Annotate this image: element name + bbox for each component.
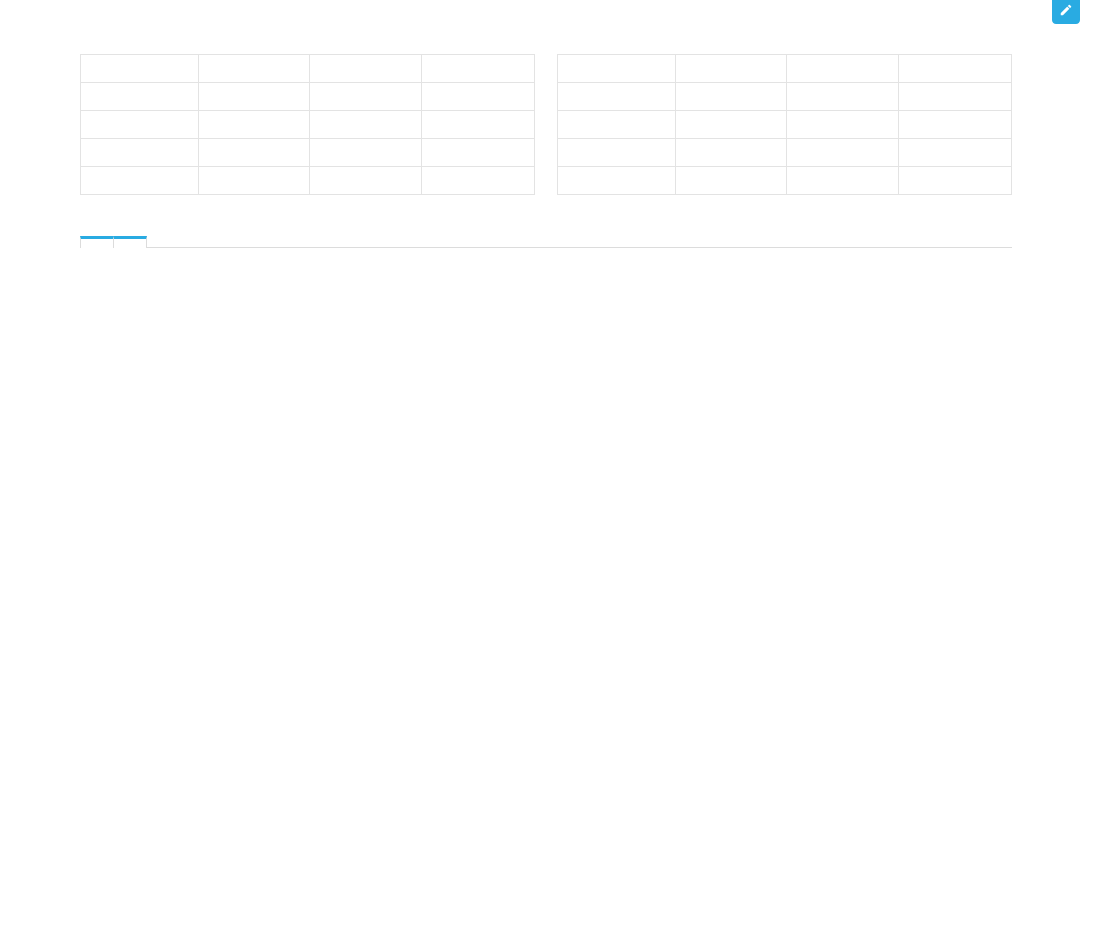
cell-low — [786, 110, 900, 139]
cell-high — [197, 82, 311, 111]
cell-average — [421, 82, 535, 111]
cell-average — [898, 138, 1012, 167]
weather-summary-page — [0, 0, 1100, 938]
cell-low — [309, 110, 423, 139]
table-header-row — [80, 54, 535, 83]
col-header-low — [786, 54, 900, 83]
table-row — [557, 110, 1012, 139]
col-header-low — [309, 54, 423, 83]
table-row — [80, 166, 535, 195]
summary-tables — [80, 54, 1012, 195]
table-row — [80, 138, 535, 167]
cell-average — [898, 82, 1012, 111]
col-header-blank — [80, 54, 199, 83]
cell-low — [309, 166, 423, 195]
col-header-high — [674, 54, 788, 83]
pencil-icon — [1059, 3, 1073, 17]
cell-high — [197, 166, 311, 195]
wind-pressure-table — [557, 54, 1012, 195]
cell-average — [898, 166, 1012, 195]
table-row — [557, 82, 1012, 111]
row-label — [80, 166, 199, 195]
row-label — [557, 110, 676, 139]
cell-low — [786, 82, 900, 111]
cell-low — [309, 138, 423, 167]
cell-high — [674, 110, 788, 139]
tab-graph[interactable] — [80, 236, 114, 248]
cell-average — [421, 166, 535, 195]
cell-average — [898, 110, 1012, 139]
col-header-average — [421, 54, 535, 83]
cell-high — [674, 166, 788, 195]
row-label — [80, 138, 199, 167]
cell-low — [309, 82, 423, 111]
row-label — [80, 110, 199, 139]
table-row — [80, 82, 535, 111]
cell-average — [421, 138, 535, 167]
table-row — [557, 138, 1012, 167]
row-label — [557, 82, 676, 111]
view-tabs — [80, 222, 1012, 248]
conditions-table — [80, 54, 535, 195]
row-label — [557, 138, 676, 167]
cell-low — [786, 166, 900, 195]
cell-average — [421, 110, 535, 139]
col-header-blank — [557, 54, 676, 83]
row-label — [80, 82, 199, 111]
cell-low — [786, 138, 900, 167]
cell-high — [197, 138, 311, 167]
table-row — [80, 110, 535, 139]
row-label — [557, 166, 676, 195]
col-header-high — [197, 54, 311, 83]
edit-button[interactable] — [1052, 0, 1080, 24]
col-header-average — [898, 54, 1012, 83]
table-row — [557, 166, 1012, 195]
cell-high — [674, 82, 788, 111]
tab-table[interactable] — [114, 236, 147, 248]
cell-high — [674, 138, 788, 167]
table-header-row — [557, 54, 1012, 83]
cell-high — [197, 110, 311, 139]
